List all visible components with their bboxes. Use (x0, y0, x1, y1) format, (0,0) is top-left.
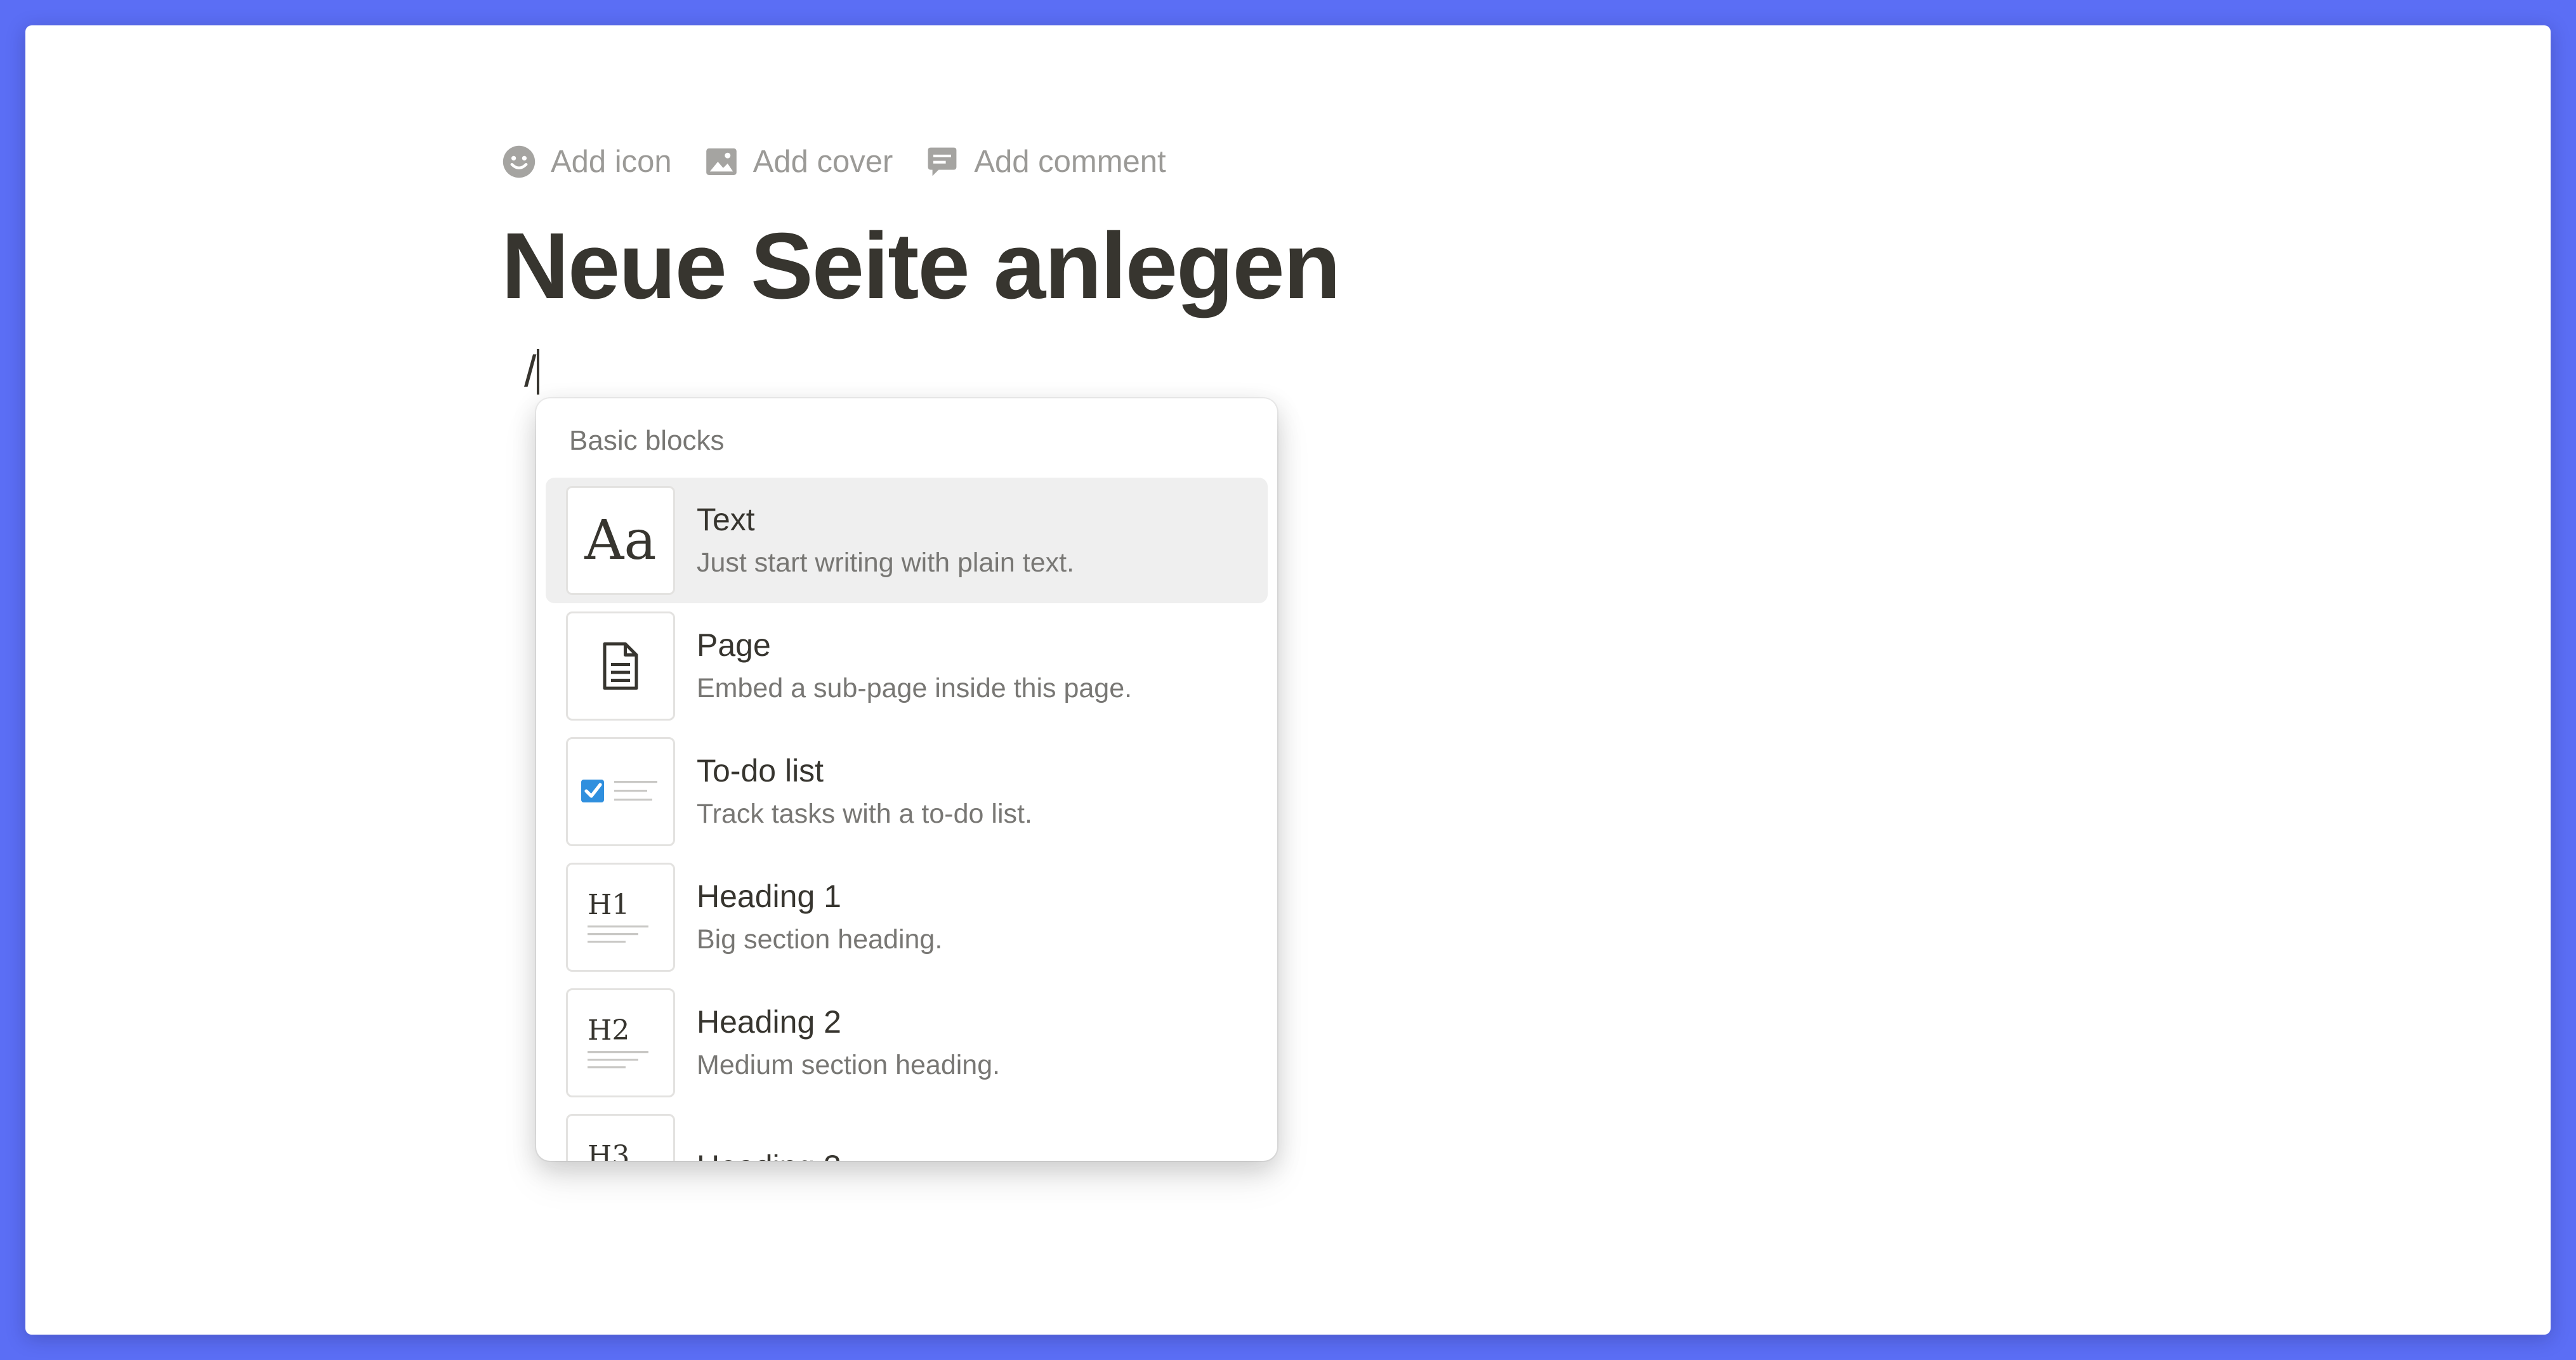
image-icon (704, 144, 739, 180)
block-option-heading-1[interactable]: H1 Heading 1 Big section heading. (546, 854, 1268, 980)
heading-1-icon: H1 (566, 863, 675, 972)
block-option-description: Just start writing with plain text. (697, 547, 1075, 578)
notion-window: Add icon Add cover Add comment Neue Seit… (25, 25, 2551, 1335)
block-option-title: Page (697, 627, 771, 663)
smiley-icon (501, 144, 537, 180)
svg-text:H1: H1 (588, 889, 629, 921)
block-option-description: Big section heading. (697, 924, 943, 955)
block-option-title: Heading 1 (697, 879, 841, 914)
block-option-page[interactable]: Page Embed a sub-page inside this page. (546, 603, 1268, 729)
page-title[interactable]: Neue Seite anlegen (501, 209, 1341, 324)
text-aa-icon: Aa (566, 486, 675, 595)
block-option-text[interactable]: Aa Text Just start writing with plain te… (546, 478, 1268, 603)
svg-text:H3: H3 (588, 1140, 629, 1161)
add-comment-label: Add comment (974, 145, 1166, 179)
menu-section-header: Basic blocks (569, 425, 725, 456)
comment-icon (924, 144, 960, 180)
block-option-description: Embed a sub-page inside this page. (697, 673, 1133, 703)
page-actions-bar: Add icon Add cover Add comment (501, 136, 1198, 187)
page-icon (566, 611, 675, 721)
heading-3-icon: H3 (566, 1114, 675, 1161)
block-option-title: Heading 3 (697, 1146, 841, 1161)
text-caret (537, 349, 539, 395)
block-list: Aa Text Just start writing with plain te… (546, 478, 1268, 1161)
add-icon-label: Add icon (551, 145, 672, 179)
block-option-heading-2[interactable]: H2 Heading 2 Medium section heading. (546, 980, 1268, 1106)
block-option-description: Medium section heading. (697, 1050, 1001, 1080)
block-option-description: Track tasks with a to-do list. (697, 799, 1032, 829)
add-comment-button[interactable]: Add comment (924, 144, 1166, 180)
add-cover-label: Add cover (752, 145, 893, 179)
block-option-title: To-do list (697, 753, 824, 788)
slash-command-menu: Basic blocks Aa Text Just start writing … (536, 398, 1277, 1161)
block-option-todo[interactable]: To-do list Track tasks with a to-do list… (546, 729, 1268, 854)
add-icon-button[interactable]: Add icon (501, 144, 672, 180)
add-cover-button[interactable]: Add cover (704, 144, 893, 180)
block-option-title: Text (697, 502, 755, 537)
block-option-title: Heading 2 (697, 1004, 841, 1040)
editor-input-line[interactable]: / (524, 343, 536, 400)
svg-text:H2: H2 (588, 1014, 629, 1047)
todo-checkbox-icon (566, 737, 675, 846)
heading-2-icon: H2 (566, 988, 675, 1097)
block-option-heading-3[interactable]: H3 Heading 3 (546, 1106, 1268, 1161)
